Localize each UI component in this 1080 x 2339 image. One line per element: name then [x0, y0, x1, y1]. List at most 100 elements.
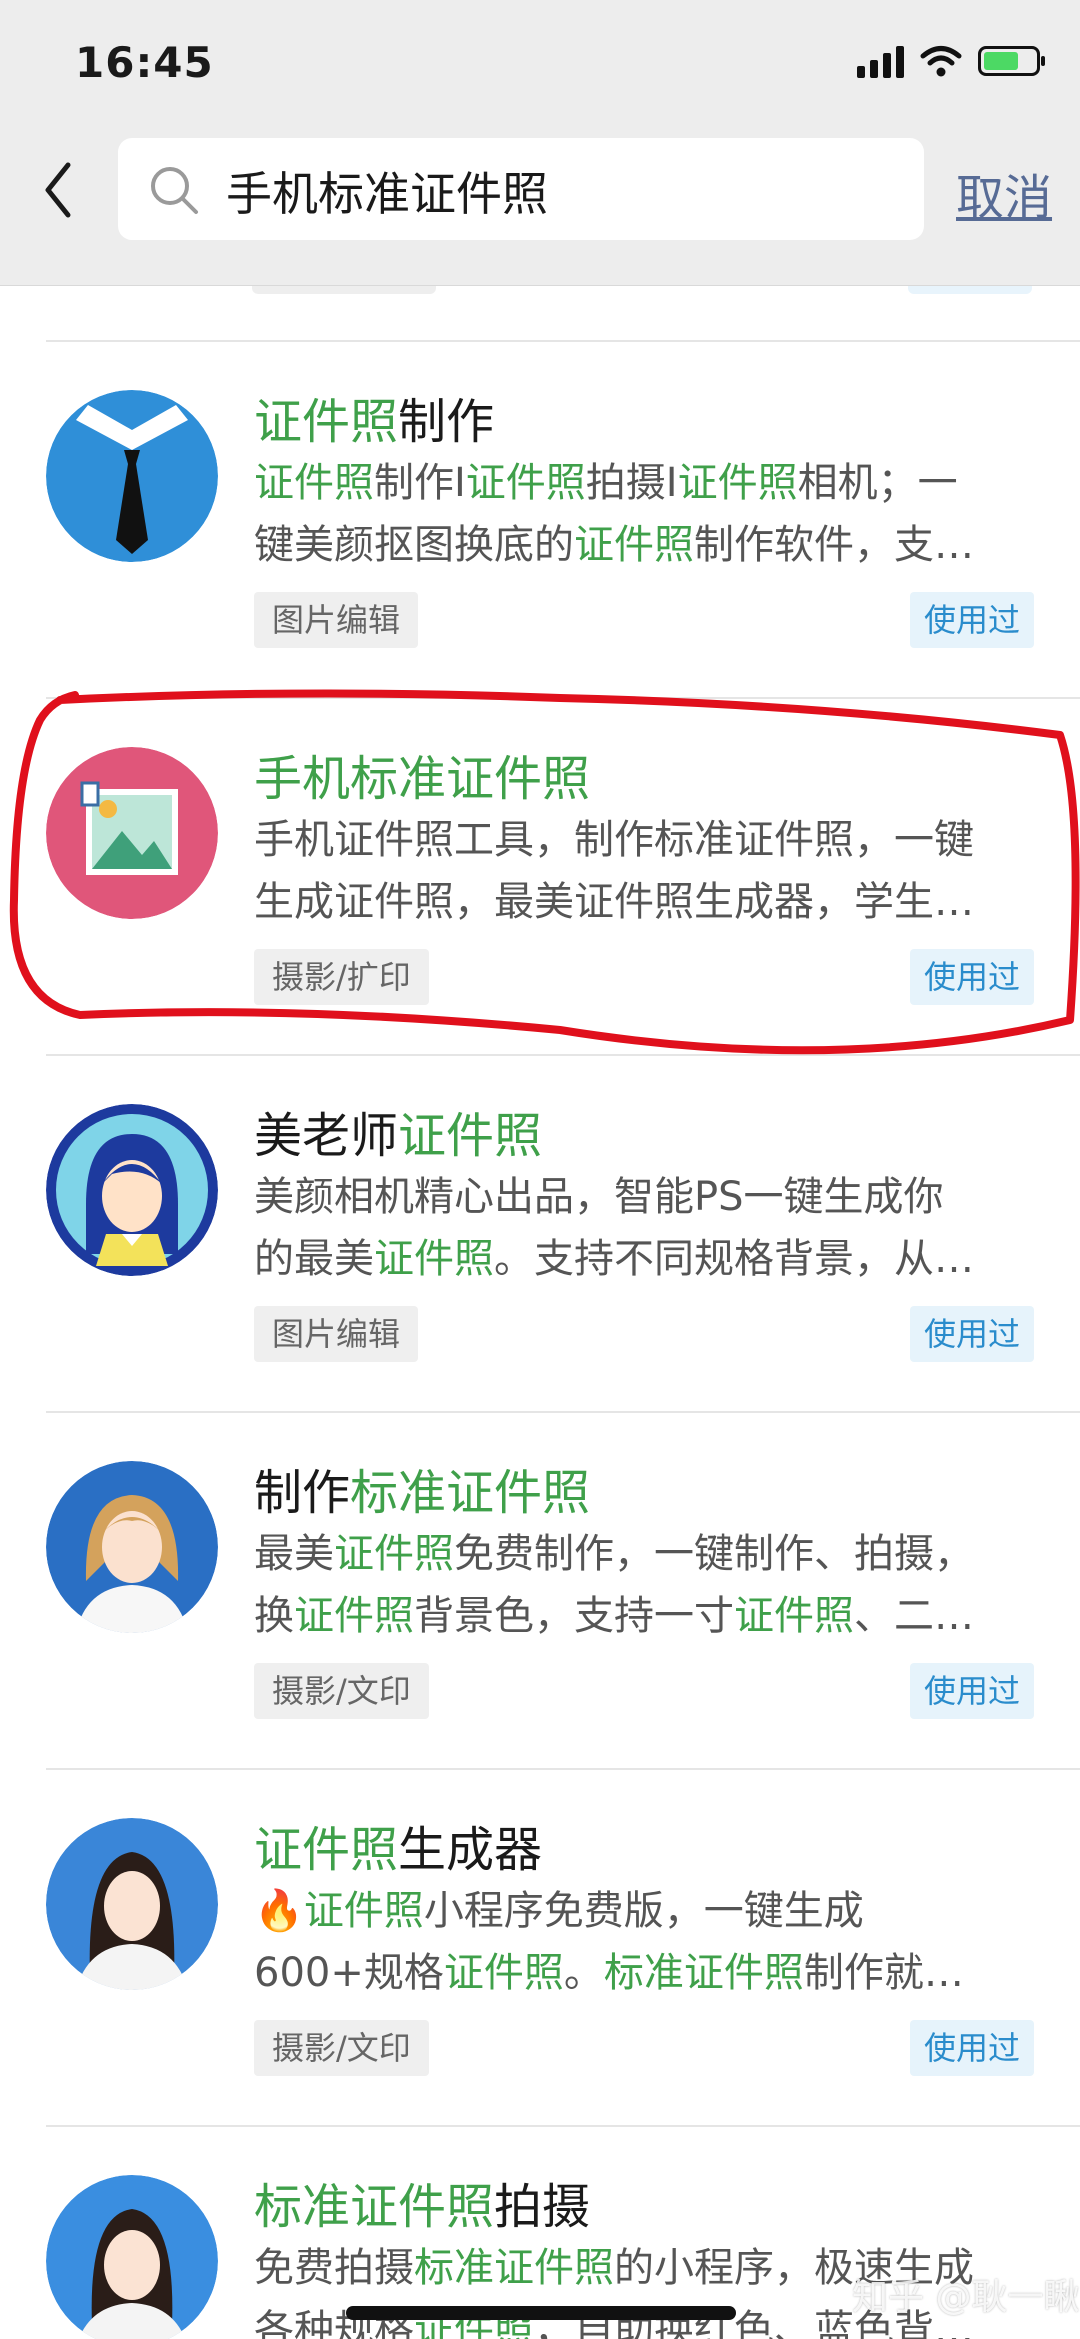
result-title: 手机标准证件照 [254, 739, 590, 809]
battery-icon [978, 46, 1045, 76]
highlighted-text: 证件照 [294, 1593, 414, 1639]
description-text: 最美 [254, 1531, 334, 1577]
wifi-icon [920, 46, 962, 77]
result-title: 制作标准证件照 [254, 1453, 590, 1523]
highlighted-text: 标准证件照 [254, 2179, 495, 2235]
search-input[interactable]: 手机标准证件照 [118, 138, 924, 240]
highlighted-text: 证件照 [734, 1593, 854, 1639]
highlighted-text: 证件照 [374, 1236, 494, 1282]
watermark: 知乎 @耿一瞅 [852, 2277, 1080, 2318]
highlighted-text: 证件照 [398, 1108, 543, 1164]
description-line: 的最美证件照。支持不同规格背景，从… [254, 1228, 1040, 1290]
category-tag: 摄影/文印 [254, 1663, 429, 1719]
description-line: 生成证件照，最美证件照生成器，学生… [254, 871, 1040, 933]
description-text: 换 [254, 1593, 294, 1639]
result-item[interactable]: 手机标准证件照 手机证件照工具，制作标准证件照，一键 生成证件照，最美证件照生成器… [0, 699, 1080, 1056]
highlighted-text: 证件照 [254, 460, 374, 506]
app-icon-picture [46, 747, 218, 919]
description-text: 生成证件照，最美证件照生成器，学生… [254, 879, 974, 925]
home-indicator [346, 2306, 736, 2320]
result-description: 最美证件照免费制作，一键制作、拍摄， 换证件照背景色，支持一寸证件照、二… [254, 1523, 1040, 1647]
app-icon-portrait [46, 1818, 218, 1990]
previous-item-fragment [0, 286, 1080, 341]
used-badge: 使用过 [909, 1663, 1034, 1719]
title-text: 制作 [398, 394, 495, 450]
result-item[interactable]: 证件照生成器 🔥证件照小程序免费版，一键生成 600+规格证件照。标准证件照制作就… [0, 1770, 1080, 2127]
highlighted-text: 标准证件照 [350, 1465, 591, 1521]
description-line: 最美证件照免费制作，一键制作、拍摄， [254, 1523, 1040, 1585]
cancel-button[interactable]: 取消 [956, 158, 1052, 228]
category-tag: 摄影/文印 [254, 2020, 429, 2076]
description-line: 键美颜抠图换底的证件照制作软件，支… [254, 514, 1040, 576]
description-text: 。支持不同规格背景，从… [494, 1236, 974, 1282]
app-icon-teacher [46, 1104, 218, 1276]
description-line: 🔥证件照小程序免费版，一键生成 [254, 1880, 1040, 1942]
description-text: 制作软件，支… [694, 522, 974, 568]
result-title: 证件照制作 [254, 382, 494, 452]
description-text: 免费拍摄 [254, 2245, 414, 2291]
description-text: 。 [563, 1950, 604, 1996]
highlighted-text: 手机标准证件照 [254, 751, 591, 807]
description-text: 键美颜抠图换底的 [254, 522, 574, 568]
app-icon-portrait [46, 2175, 218, 2339]
description-text: 拍摄I [585, 460, 678, 506]
description-text: 600+规格 [254, 1950, 444, 1996]
used-badge: 使用过 [909, 2020, 1034, 2076]
title-text: 制作 [254, 1465, 351, 1521]
result-description: 🔥证件照小程序免费版，一键生成 600+规格证件照。标准证件照制作就… [254, 1880, 1040, 2004]
description-text: 制作就… [803, 1950, 964, 1996]
search-icon [151, 167, 198, 214]
used-badge: 使用过 [909, 592, 1034, 648]
title-text: 生成器 [398, 1822, 543, 1878]
category-tag: 图片编辑 [254, 1306, 419, 1362]
highlighted-text: 证件照 [254, 394, 399, 450]
result-item[interactable]: 美老师证件照 美颜相机精心出品，智能PS一键生成你 的最美证件照。支持不同规格背景… [0, 1056, 1080, 1413]
signal-icon [857, 44, 904, 78]
description-line: 600+规格证件照。标准证件照制作就… [254, 1942, 1040, 2004]
description-text: 免费制作，一键制作、拍摄， [454, 1531, 974, 1577]
description-line: 美颜相机精心出品，智能PS一键生成你 [254, 1166, 1040, 1228]
result-title: 标准证件照拍摄 [254, 2167, 590, 2237]
description-line: 证件照制作I证件照拍摄I证件照相机；一 [254, 452, 1040, 514]
highlighted-text: 证件照 [334, 1531, 454, 1577]
highlighted-text: 标准证件照 [414, 2245, 614, 2291]
used-badge: 使用过 [909, 949, 1034, 1005]
description-line: 换证件照背景色，支持一寸证件照、二… [254, 1585, 1040, 1647]
app-icon-portrait [46, 1461, 218, 1633]
highlighted-text: 证件照 [254, 1822, 399, 1878]
description-line: 手机证件照工具，制作标准证件照，一键 [254, 809, 1040, 871]
search-query: 手机标准证件照 [226, 167, 548, 221]
highlighted-text: 证件照 [677, 460, 798, 506]
description-text: 小程序免费版，一键生成 [423, 1888, 864, 1934]
result-title: 美老师证件照 [254, 1096, 542, 1166]
description-text: 背景色，支持一寸 [414, 1593, 734, 1639]
description-text: 🔥 [254, 1888, 304, 1934]
category-tag: 摄影/扩印 [254, 949, 429, 1005]
highlighted-text: 证件照 [465, 460, 586, 506]
highlighted-text: 证件照 [574, 522, 694, 568]
highlighted-text: 标准证件照 [603, 1950, 804, 1996]
result-item[interactable]: 证件照制作 证件照制作I证件照拍摄I证件照相机；一 键美颜抠图换底的证件照制作软件… [0, 342, 1080, 699]
description-text: 制作I [374, 460, 466, 506]
title-text: 拍摄 [494, 2179, 591, 2235]
result-title: 证件照生成器 [254, 1810, 542, 1880]
description-text: 、二… [854, 1593, 974, 1639]
top-bar: 16:45 手机标准证件照 取消 [0, 0, 1080, 286]
status-icons [857, 44, 1045, 78]
result-description: 美颜相机精心出品，智能PS一键生成你 的最美证件照。支持不同规格背景，从… [254, 1166, 1040, 1290]
description-text: 手机证件照工具，制作标准证件照，一键 [254, 817, 974, 863]
description-text: 相机；一 [797, 460, 958, 506]
highlighted-text: 证件照 [303, 1888, 424, 1934]
title-text: 美老师 [254, 1108, 399, 1164]
status-time: 16:45 [75, 38, 214, 87]
back-icon[interactable] [38, 155, 78, 225]
description-text: 美颜相机精心出品，智能PS一键生成你 [254, 1174, 944, 1220]
app-icon-tie [46, 390, 218, 562]
result-item[interactable]: 制作标准证件照 最美证件照免费制作，一键制作、拍摄， 换证件照背景色，支持一寸证件… [0, 1413, 1080, 1770]
used-badge: 使用过 [909, 1306, 1034, 1362]
description-text: 的最美 [254, 1236, 374, 1282]
highlighted-text: 证件照 [443, 1950, 564, 1996]
result-description: 手机证件照工具，制作标准证件照，一键 生成证件照，最美证件照生成器，学生… [254, 809, 1040, 933]
category-tag: 图片编辑 [254, 592, 419, 648]
result-description: 证件照制作I证件照拍摄I证件照相机；一 键美颜抠图换底的证件照制作软件，支… [254, 452, 1040, 576]
